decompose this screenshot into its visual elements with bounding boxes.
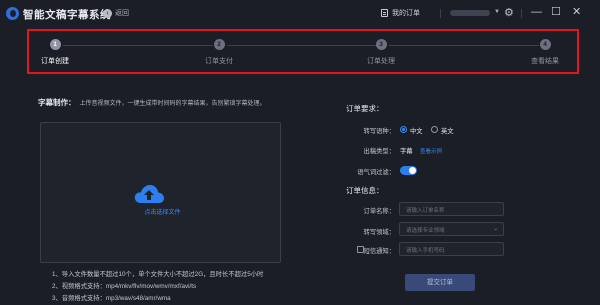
domain-select[interactable]: 请选择专业领域 ⌄ [399, 222, 504, 236]
note-item: 3、音频格式支持：mp3/wav/s48/amr/wma [52, 295, 171, 302]
step-number: 1 [49, 39, 61, 50]
minimize-button[interactable]: — [531, 6, 542, 18]
order-steps-progress: 1 订单创建 2 订单支付 3 订单处理 4 查看结果 [27, 29, 579, 74]
domain-label: 转写领域： [363, 229, 395, 236]
submit-order-button[interactable]: 提交订单 [405, 274, 475, 291]
gear-icon[interactable]: ⚙ [504, 7, 514, 19]
output-type-label: 出稿类型： [363, 148, 395, 155]
step-connector [389, 45, 539, 46]
step-2: 2 订单支付 [199, 39, 239, 66]
radio-chinese-label[interactable]: 中文 [410, 126, 423, 135]
view-example-link[interactable]: 查看示例 [420, 147, 442, 155]
step-3: 3 订单处理 [361, 39, 401, 66]
title-bar: 智能文稿字幕系统 ‹ 返回 我的订单 ▼ ⚙ — ☐ ✕ [0, 0, 600, 27]
app-logo-icon [6, 7, 19, 20]
my-orders-label: 我的订单 [392, 10, 420, 17]
step-number: 3 [375, 39, 387, 50]
phone-input[interactable]: 请输入手机号码 [399, 242, 504, 256]
step-number: 2 [213, 39, 225, 50]
step-connector [227, 45, 377, 46]
step-label: 订单处理 [367, 58, 395, 65]
user-account-name[interactable] [450, 10, 490, 16]
order-info-title: 订单信息： [346, 186, 384, 195]
radio-chinese[interactable] [400, 126, 407, 133]
step-1: 1 订单创建 [35, 39, 75, 66]
app-title: 智能文稿字幕系统 [23, 9, 111, 21]
upload-notes: 1、导入文件数量不超过10个，单个文件大小不超过2G，且时长不超过5小时 2、视… [52, 269, 263, 305]
order-name-input[interactable]: 请输入订单名称 [399, 202, 504, 216]
document-icon [381, 9, 388, 17]
chevron-down-icon[interactable]: ▼ [494, 9, 500, 15]
divider [440, 9, 441, 18]
step-4: 4 查看结果 [525, 39, 565, 66]
step-label: 订单创建 [41, 58, 69, 65]
divider [521, 9, 522, 18]
order-requirements-title: 订单要求： [346, 104, 384, 113]
back-arrow-icon: ‹ [103, 8, 112, 18]
maximize-button[interactable]: ☐ [551, 6, 561, 18]
radio-english[interactable] [431, 126, 438, 133]
cloud-upload-icon[interactable] [133, 183, 165, 205]
radio-english-label[interactable]: 英文 [441, 126, 454, 135]
domain-placeholder: 请选择专业领域 [406, 228, 445, 234]
step-connector [63, 45, 213, 46]
filler-filter-toggle[interactable] [400, 166, 417, 175]
select-file-link[interactable]: 点击选择文件 [28, 207, 297, 216]
upload-hint: 上传音视频文件，一键生成带时间码的字幕结果，告别繁琐字幕处理。 [79, 101, 266, 107]
back-label: 返回 [115, 10, 129, 17]
output-type-value: 字幕 [400, 148, 413, 155]
sms-label: 短信通知： [363, 248, 395, 255]
step-label: 订单支付 [205, 58, 233, 65]
filler-filter-label: 语气词过滤： [357, 169, 395, 176]
language-label: 转写语种： [363, 128, 395, 135]
section-heading: 字幕制作： 上传音视频文件，一键生成带时间码的字幕结果，告别繁琐字幕处理。 [38, 97, 266, 108]
my-orders-button[interactable]: 我的订单 [381, 8, 420, 18]
chevron-down-icon: ⌄ [493, 226, 498, 232]
order-name-label: 订单名称： [363, 208, 395, 215]
close-button[interactable]: ✕ [572, 6, 581, 18]
back-button[interactable]: ‹ 返回 [103, 8, 129, 18]
step-label: 查看结果 [531, 58, 559, 65]
note-item: 1、导入文件数量不超过10个，单个文件大小不超过2G，且时长不超过5小时 [52, 271, 264, 278]
note-item: 2、视频格式支持：mp4/mkv/flv/mov/wmv/mxf/avi/ts [52, 283, 197, 290]
step-number: 4 [539, 39, 551, 50]
subtitle-heading: 字幕制作： [38, 98, 76, 107]
